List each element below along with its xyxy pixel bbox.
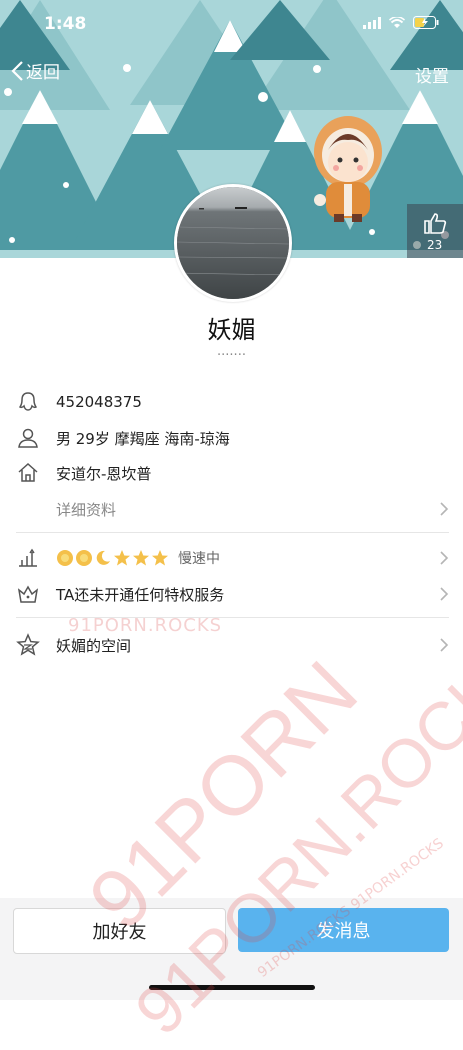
chevron-right-icon [440,587,449,601]
status-time: 1:48 [44,14,87,34]
level-row[interactable]: 慢速中 [0,540,463,576]
crown-icon [17,585,39,603]
wifi-icon [389,16,405,28]
status-bar: 1:48 [0,0,463,48]
like-count: 23 [427,238,443,252]
chevron-right-icon [440,502,449,516]
nickname: 妖媚 [207,316,256,344]
avatar[interactable] [174,184,292,302]
basic-info: 男 29岁 摩羯座 海南-琼海 [56,429,230,448]
star-icon [152,550,168,566]
level-status: 慢速中 [178,551,220,567]
chevron-right-icon [440,551,449,565]
settings-button[interactable]: 设置 [415,62,449,87]
home-icon [18,462,38,482]
qzone-star-icon [16,633,40,656]
details-label: 详细资料 [56,500,117,519]
privilege-text: TA还未开通任何特权服务 [56,585,225,604]
star-icon [133,550,149,566]
qq-number-row: 452048375 [0,384,463,420]
avatar-sea-photo [177,187,289,299]
chevron-right-icon [440,638,449,652]
level-chart-icon [19,548,37,567]
watermark-small: 91PORN.ROCKS [68,615,223,636]
details-row[interactable]: 详细资料 [0,491,463,527]
battery-charging-icon [413,16,439,29]
moon-icon [96,550,110,565]
cellular-signal-icon [363,16,381,29]
user-icon [18,428,38,448]
hometown-row: 安道尔-恩坎普 [0,455,463,491]
hometown: 安道尔-恩坎普 [56,464,152,483]
navigation-bar: 返回 设置 [0,58,463,90]
level-badges [56,549,169,567]
like-indicator-dot [413,241,421,249]
penguin-icon [18,392,38,411]
divider [16,532,449,533]
basic-info-row: 男 29岁 摩羯座 海南-琼海 [0,420,463,456]
sun-icon [76,550,92,566]
space-text: 妖媚的空间 [56,636,132,655]
back-label: 返回 [26,63,60,83]
like-button[interactable]: 23 [407,204,463,258]
signature[interactable]: ······· [0,348,463,363]
qq-number: 452048375 [56,393,142,411]
sun-icon [57,550,73,566]
privilege-row[interactable]: TA还未开通任何特权服务 [0,576,463,612]
star-icon [114,550,130,566]
back-button[interactable]: 返回 [10,58,60,83]
chevron-left-icon [11,60,23,81]
thumbs-up-icon [424,213,447,234]
